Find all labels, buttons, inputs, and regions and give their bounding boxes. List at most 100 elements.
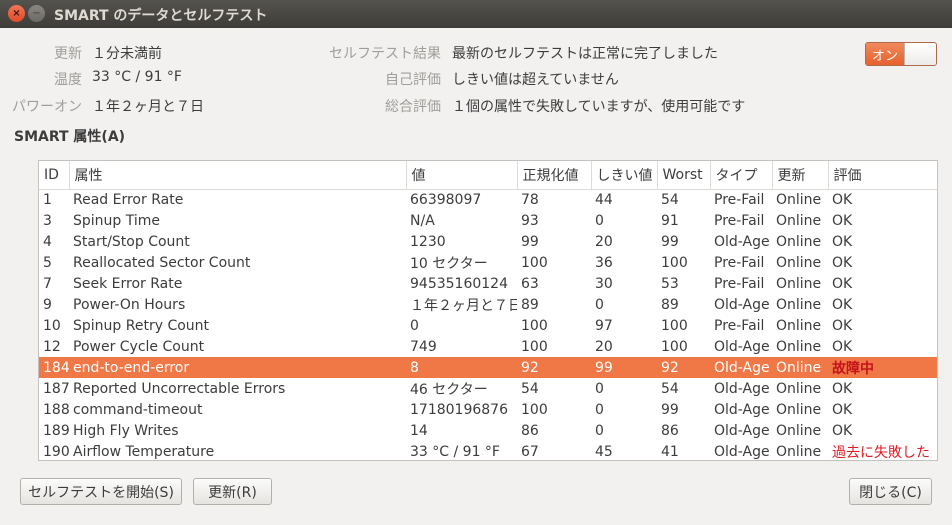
cell-attribute: Spinup Retry Count [73,317,210,334]
toggle-knob[interactable] [904,43,936,65]
cell-threshold: 0 [595,422,604,439]
column-header-worst[interactable]: Worst [657,161,711,190]
cell-assessment: OK [832,422,853,439]
column-header-value[interactable]: 値 [406,161,518,190]
table-header-row: ID 属性値正規化値 しきい値 Worst タイプ 更新 評価 [39,161,937,190]
cell-assessment: OK [832,212,853,229]
temperature-label: 温度 [54,72,82,88]
cell-normalized: 100 [521,401,548,418]
cell-id: 1 [43,191,52,208]
toggle-on-label: オン [866,43,904,65]
cell-updates: Online [776,317,822,334]
overall-assessment-label: 総合評価 [385,99,441,115]
cell-worst: 100 [661,317,688,334]
cell-updates: Online [776,296,822,313]
table-row[interactable]: 187 Reported Uncorrectable Errors 46 セクター 5… [39,378,937,399]
cell-normalized: 86 [521,422,539,439]
cell-id: 5 [43,254,52,271]
cell-type: Old-Age [714,338,770,355]
table-row[interactable]: 5 Reallocated Sector Count 10 セクター 100 36 100… [39,252,937,273]
cell-updates: Online [776,233,822,250]
power-on-label: パワーオン [12,99,82,115]
cell-updates: Online [776,212,822,229]
title-bar: × − SMART のデータとセルフテスト [0,0,952,28]
cell-value: N/A [410,212,435,229]
cell-normalized: 99 [521,233,539,250]
cell-value: 8 [406,357,517,378]
cell-normalized: 93 [521,212,539,229]
column-header-id[interactable]: ID [39,161,70,190]
cell-updates: Online [772,357,828,378]
column-header-threshold[interactable]: しきい値 [591,161,658,190]
cell-attribute: Spinup Time [73,212,161,229]
cell-worst: 89 [661,296,679,313]
cell-value: １年２ヶ月と７日 [410,297,517,314]
cell-updates: Online [776,401,822,418]
refresh-button[interactable]: 更新(R) [193,478,272,505]
power-on-value: １年２ヶ月と７日 [92,99,204,115]
cell-normalized: 54 [521,380,539,397]
table-row[interactable]: 188 command-timeout 17180196876 100 0 99 Old-A… [39,399,937,420]
cell-assessment: OK [832,380,853,397]
cell-id: 3 [43,212,52,229]
cell-attribute: Seek Error Rate [73,275,183,292]
cell-type: Old-Age [710,357,772,378]
cell-assessment: 過去に失敗した [832,444,930,461]
table-row[interactable]: 1 Read Error Rate 66398097 78 44 54 Pre-Fail On… [39,189,937,210]
cell-attribute: Reported Uncorrectable Errors [73,380,286,397]
window-title: SMART のデータとセルフテスト [54,8,268,24]
cell-worst: 100 [661,254,688,271]
smart-enable-toggle[interactable]: オン [865,42,937,66]
cell-attribute: Power-On Hours [73,296,186,313]
cell-id: 189 [43,422,69,439]
table-row[interactable]: 12 Power Cycle Count 749 100 20 100 Old-Age Onl… [39,336,937,357]
column-header-assessment[interactable]: 評価 [828,161,937,190]
cell-threshold: 0 [595,296,604,313]
cell-attribute: command-timeout [73,401,203,418]
column-header-normalized[interactable]: 正規化値 [517,161,592,190]
column-header-updates[interactable]: 更新 [772,161,829,190]
close-window-icon[interactable]: × [8,5,25,22]
cell-threshold: 0 [595,401,604,418]
cell-id: 187 [43,380,69,397]
cell-type: Old-Age [714,422,770,439]
cell-value: 66398097 [410,191,482,208]
close-button[interactable]: 閉じる(C) [849,478,932,505]
cell-worst: 54 [661,380,679,397]
cell-worst: 100 [661,338,688,355]
overall-assessment-value: １個の属性で失敗していますが、使用可能です [452,99,746,115]
column-header-type[interactable]: タイプ [710,161,773,190]
table-row[interactable]: 189 High Fly Writes 14 86 0 86 Old-Age Online OK [39,420,937,441]
cell-normalized: 78 [521,191,539,208]
cell-threshold: 36 [595,254,613,271]
smart-attributes-table[interactable]: ID 属性値正規化値 しきい値 Worst タイプ 更新 評価 1 Read Error Ra… [38,160,938,461]
cell-type: Pre-Fail [714,191,765,208]
table-row[interactable]: 7 Seek Error Rate 94535160124 63 30 53 Pre-Fai… [39,273,937,294]
cell-value: 17180196876 [410,401,508,418]
updated-value: １分未満前 [92,46,162,62]
table-row[interactable]: 184 end-to-end-error 8 92 99 92 Old-Age Online 故… [39,357,937,378]
cell-updates: Online [776,254,822,271]
table-row[interactable]: 3 Spinup Time N/A 93 0 91 Pre-Fail Online OK [39,210,937,231]
updated-label: 更新 [54,46,82,62]
cell-id: 190 [43,443,69,460]
cell-worst: 92 [657,357,710,378]
cell-threshold: 45 [595,443,613,460]
cell-attribute: end-to-end-error [69,357,406,378]
cell-worst: 41 [661,443,679,460]
table-row[interactable]: 190 Airflow Temperature 33 °C / 91 °F 67 45 4… [39,441,937,461]
minimize-window-icon[interactable]: − [28,5,45,22]
cell-worst: 53 [661,275,679,292]
cell-type: Pre-Fail [714,275,765,292]
table-row[interactable]: 4 Start/Stop Count 1230 99 20 99 Old-Age Online… [39,231,937,252]
start-selftest-button[interactable]: セルフテストを開始(S) [20,478,182,505]
cell-threshold: 30 [595,275,613,292]
cell-updates: Online [776,422,822,439]
cell-id: 12 [43,338,61,355]
column-header-attribute[interactable]: 属性 [69,161,407,190]
table-row[interactable]: 9 Power-On Hours １年２ヶ月と７日 89 0 89 Old-Age Onlin… [39,294,937,315]
table-row[interactable]: 10 Spinup Retry Count 0 100 97 100 Pre-Fail Onl… [39,315,937,336]
cell-type: Old-Age [714,296,770,313]
cell-threshold: 20 [595,233,613,250]
cell-attribute: High Fly Writes [73,422,179,439]
